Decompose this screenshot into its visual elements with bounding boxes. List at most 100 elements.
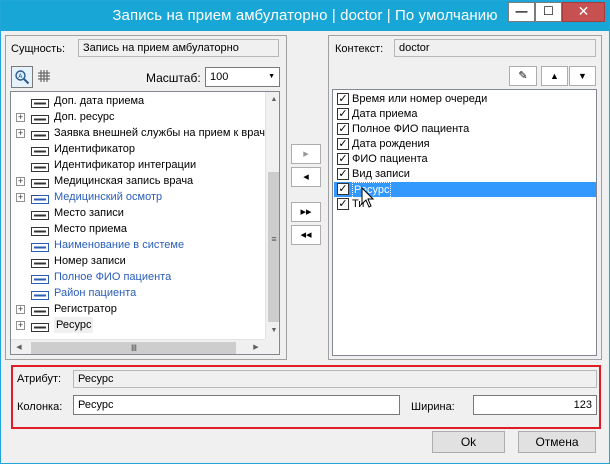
attribute-icon <box>31 257 49 268</box>
column-label: Колонка: <box>17 401 63 413</box>
attribute-icon <box>31 241 49 252</box>
tree-item-label: Медицинский осмотр <box>54 191 163 203</box>
tree-item[interactable]: + Регистратор <box>11 301 263 317</box>
expand-icon[interactable]: + <box>16 321 25 330</box>
add-all-columns-button[interactable]: ▸▸ <box>291 202 321 222</box>
dialog-window: Запись на прием амбулаторно | doctor | П… <box>0 0 610 464</box>
remove-column-button[interactable]: ◂ <box>291 167 321 187</box>
tree-item[interactable]: Номер записи <box>11 253 263 269</box>
tree-item[interactable]: + Доп. ресурс <box>11 109 263 125</box>
tree-item[interactable]: Место приема <box>11 221 263 237</box>
tree-item[interactable]: Район пациента <box>11 285 263 301</box>
column-width-input[interactable] <box>473 395 597 415</box>
tree-item[interactable]: Идентификатор <box>11 141 263 157</box>
attribute-icon <box>31 225 49 236</box>
add-column-button[interactable]: ▸ <box>291 144 321 164</box>
cancel-button[interactable]: Отмена <box>518 431 596 453</box>
scroll-right-arrow[interactable]: ▶ <box>248 340 264 354</box>
close-button[interactable]: ✕ <box>562 2 605 22</box>
tree-item-label: Номер записи <box>54 255 126 267</box>
tree-item[interactable]: + Медицинская запись врача <box>11 173 263 189</box>
column-checkbox[interactable]: ✓ <box>337 198 349 210</box>
tree-item[interactable]: + Заявка внешней службы на прием к врача <box>11 125 271 141</box>
tree-item-label: Район пациента <box>54 287 137 299</box>
pencil-icon: ✎ <box>518 70 528 82</box>
scale-dropdown-value: 100 <box>210 71 229 83</box>
scroll-grip-icon: ≡ <box>271 234 277 244</box>
scroll-up-arrow[interactable]: ▲ <box>266 92 279 108</box>
attribute-icon <box>31 319 49 332</box>
column-checkbox[interactable]: ✓ <box>337 138 349 150</box>
minimize-button[interactable]: — <box>508 2 535 22</box>
scroll-thumb-vertical[interactable] <box>268 172 279 322</box>
column-checkbox[interactable]: ✓ <box>337 108 349 120</box>
columns-list[interactable]: ✓ Время или номер очереди ✓ Дата приема ✓ Пол… <box>332 89 597 356</box>
attribute-field: Ресурс <box>73 370 597 388</box>
column-checkbox[interactable]: ✓ <box>337 93 349 105</box>
tree-item-label: Место записи <box>54 207 124 219</box>
expand-icon[interactable]: + <box>16 193 25 202</box>
attribute-icon <box>31 209 49 220</box>
tree-item-label: Регистратор <box>54 303 117 315</box>
move-up-button[interactable]: ▲ <box>541 66 568 86</box>
width-label: Ширина: <box>411 401 455 413</box>
scale-label: Масштаб: <box>146 71 201 85</box>
attribute-icon <box>31 289 49 300</box>
tree-item[interactable]: Полное ФИО пациента <box>11 269 263 285</box>
column-list-label: Полное ФИО пациента <box>352 123 470 135</box>
zoom-tool-button[interactable]: A <box>11 66 33 88</box>
tree-item[interactable]: Место записи <box>11 205 263 221</box>
column-list-label: Дата рождения <box>352 138 430 150</box>
column-list-label: ФИО пациента <box>352 153 428 165</box>
column-checkbox[interactable]: ✓ <box>337 123 349 135</box>
arrow-down-icon: ▼ <box>578 71 587 81</box>
expand-icon[interactable]: + <box>16 177 25 186</box>
ok-button[interactable]: Ok <box>432 431 505 453</box>
scroll-left-arrow[interactable]: ◀ <box>11 340 27 354</box>
attribute-icon <box>31 303 49 316</box>
attribute-panel: Атрибут: Ресурс Колонка: Ширина: <box>11 365 601 429</box>
attribute-icon <box>31 127 49 140</box>
column-name-input[interactable] <box>73 395 400 415</box>
expand-icon[interactable]: + <box>16 113 25 122</box>
scroll-down-arrow[interactable]: ▼ <box>266 323 279 339</box>
entity-label: Сущность: <box>11 43 66 55</box>
attribute-icon <box>31 161 49 172</box>
tree-item-label: Медицинская запись врача <box>54 175 194 187</box>
tree-item[interactable]: Наименование в системе <box>11 237 263 253</box>
attribute-icon <box>31 97 49 108</box>
column-checkbox[interactable]: ✓ <box>337 153 349 165</box>
maximize-button[interactable]: ☐ <box>535 2 562 22</box>
attribute-label: Атрибут: <box>17 373 62 385</box>
attribute-icon <box>31 175 49 188</box>
attribute-tree[interactable]: Доп. дата приема + Доп. ресурс + Заявка внеш… <box>10 91 280 355</box>
tree-item[interactable]: Доп. дата приема <box>11 93 263 109</box>
remove-all-columns-button[interactable]: ◂◂ <box>291 225 321 245</box>
entity-field: Запись на прием амбулаторно <box>78 39 279 57</box>
tree-item-label: Ресурс <box>54 317 94 333</box>
expand-icon[interactable]: + <box>16 129 25 138</box>
tree-horizontal-scrollbar[interactable]: ◀ Ⅲ ▶ <box>11 339 265 354</box>
tree-vertical-scrollbar[interactable]: ▲ ≡ ▼ <box>265 92 279 339</box>
tree-item-label: Полное ФИО пациента <box>54 271 172 283</box>
column-checkbox[interactable]: ✓ <box>337 168 349 180</box>
move-down-button[interactable]: ▼ <box>569 66 596 86</box>
scroll-grip-horizontal-icon: Ⅲ <box>130 343 138 353</box>
tree-item[interactable]: + Медицинский осмотр <box>11 189 263 205</box>
magnifier-icon: A <box>15 70 30 85</box>
attribute-icon <box>31 145 49 156</box>
title-bar[interactable]: Запись на прием амбулаторно | doctor | П… <box>1 1 609 31</box>
grid-icon[interactable] <box>37 69 53 85</box>
tree-item[interactable]: Идентификатор интеграции <box>11 157 263 173</box>
column-checkbox[interactable]: ✓ <box>337 183 349 195</box>
tree-item[interactable]: + Ресурс <box>11 317 263 333</box>
scale-dropdown[interactable]: 100 ▼ <box>205 67 280 87</box>
expand-icon[interactable]: + <box>16 305 25 314</box>
context-label: Контекст: <box>335 43 384 55</box>
tree-item-label: Доп. ресурс <box>54 111 115 123</box>
column-list-label: Время или номер очереди <box>352 93 488 105</box>
tree-item-label: Идентификатор интеграции <box>54 159 197 171</box>
tree-item-label: Заявка внешней службы на прием к врача <box>54 127 272 139</box>
edit-column-button[interactable]: ✎ <box>509 66 537 86</box>
context-field: doctor <box>394 39 596 57</box>
